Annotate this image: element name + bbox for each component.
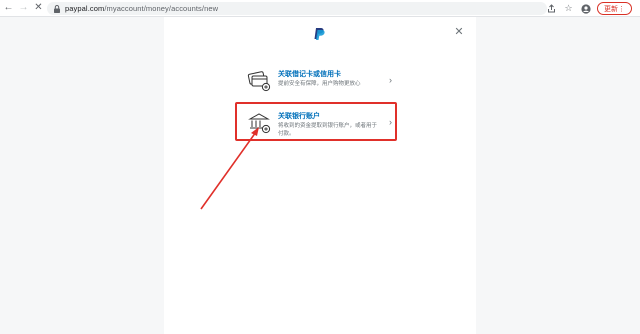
annotation-arrow	[200, 127, 259, 210]
